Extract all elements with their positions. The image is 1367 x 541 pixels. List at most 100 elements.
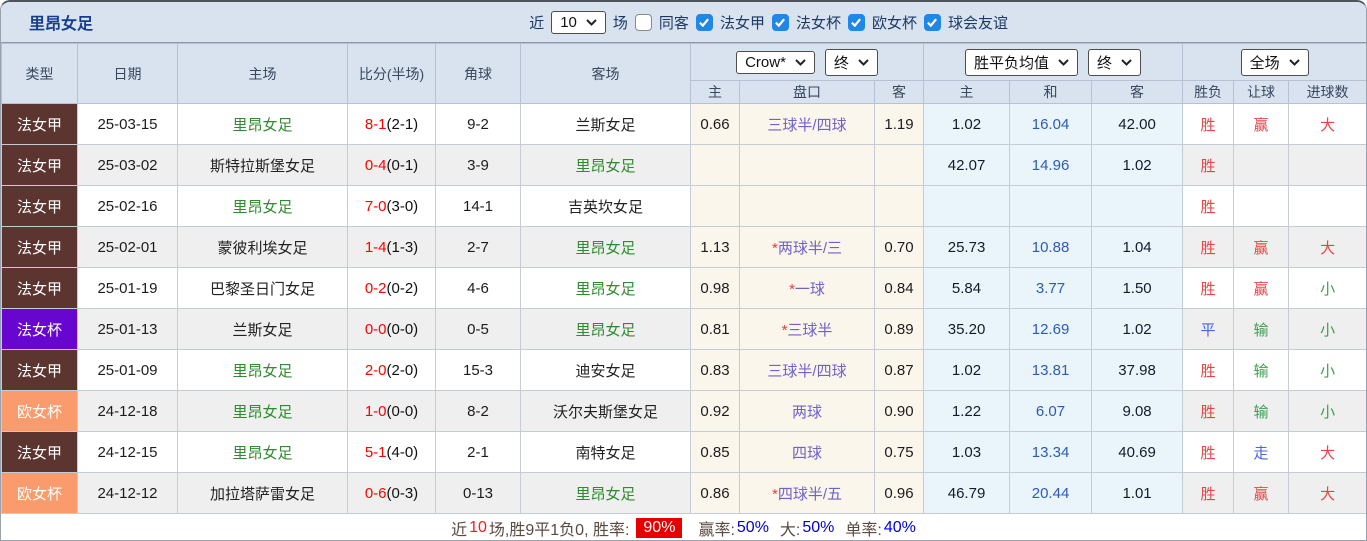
result-handicap [1234, 145, 1289, 186]
home-team-link[interactable]: 蒙彼利埃女足 [178, 227, 348, 268]
subheader-handicap-line: 盘口 [740, 81, 875, 104]
home-team-link[interactable]: 里昂女足 [178, 350, 348, 391]
same-away-checkbox[interactable] [635, 14, 652, 31]
result-handicap: 输 [1234, 391, 1289, 432]
league-badge: 法女甲 [2, 350, 78, 391]
avg-draw-odds: 13.81 [1010, 350, 1092, 391]
avg-odds-select[interactable]: 胜平负均值 [965, 49, 1078, 76]
avg-home-odds: 1.03 [924, 432, 1010, 473]
handicap-home-odds [691, 186, 740, 227]
handicap-away-odds: 0.89 [875, 309, 924, 350]
league-badge: 法女甲 [2, 268, 78, 309]
home-team-link[interactable]: 加拉塔萨雷女足 [178, 473, 348, 514]
away-team-link[interactable]: 里昂女足 [521, 473, 691, 514]
header-score: 比分(半场) [348, 44, 436, 104]
fulltime-score: 5-1 [365, 444, 387, 461]
avg-state-value: 终 [1097, 52, 1112, 73]
avg-away-odds: 40.69 [1092, 432, 1183, 473]
home-team-link[interactable]: 巴黎圣日门女足 [178, 268, 348, 309]
result-handicap: 赢 [1234, 473, 1289, 514]
result-goals: 大 [1289, 227, 1367, 268]
league-checkbox-euro-cup[interactable] [848, 14, 865, 31]
away-team-link[interactable]: 里昂女足 [521, 268, 691, 309]
away-team-link[interactable]: 里昂女足 [521, 227, 691, 268]
league-label-friendly: 球会友谊 [948, 12, 1008, 33]
handicap-line: *一球 [740, 268, 875, 309]
home-team-link[interactable]: 里昂女足 [178, 186, 348, 227]
result-handicap [1234, 186, 1289, 227]
away-team-link[interactable]: 沃尔夫斯堡女足 [521, 391, 691, 432]
table-row: 法女甲 25-01-19 巴黎圣日门女足 0-2(0-2) 4-6 里昂女足 0… [2, 268, 1367, 309]
bookmaker-state-select[interactable]: 终 [825, 49, 878, 76]
header-home: 主场 [178, 44, 348, 104]
away-team-link[interactable]: 兰斯女足 [521, 104, 691, 145]
result-goals: 大 [1289, 104, 1367, 145]
league-checkbox-fra-cup[interactable] [772, 14, 789, 31]
subheader-avg-away: 客 [1092, 81, 1183, 104]
handicap-line-text: 三球半/四球 [767, 117, 846, 134]
corner-score: 3-9 [436, 145, 521, 186]
avg-away-odds [1092, 186, 1183, 227]
league-checkbox-friendly[interactable] [924, 14, 941, 31]
away-team-link[interactable]: 里昂女足 [521, 309, 691, 350]
league-badge: 欧女杯 [2, 391, 78, 432]
result-wdl: 胜 [1183, 104, 1234, 145]
match-date: 24-12-15 [78, 432, 178, 473]
match-date: 25-03-15 [78, 104, 178, 145]
header-date: 日期 [78, 44, 178, 104]
handicap-line-text: 四球半/五 [778, 486, 842, 503]
handicap-away-odds: 0.87 [875, 350, 924, 391]
handicap-select-group: Crow* 终 [691, 44, 924, 81]
result-wdl: 胜 [1183, 227, 1234, 268]
result-goals: 大 [1289, 473, 1367, 514]
fulltime-score: 7-0 [365, 198, 387, 215]
bookmaker-state-value: 终 [834, 52, 849, 73]
home-team-link[interactable]: 里昂女足 [178, 104, 348, 145]
result-handicap: 走 [1234, 432, 1289, 473]
fulltime-score: 0-6 [365, 485, 387, 502]
summary-footer: 近10场,胜9平1负0, 胜率: 90% 赢率:50% 大:50% 单率:40% [1, 514, 1366, 541]
avg-state-select[interactable]: 终 [1088, 49, 1141, 76]
avg-home-odds [924, 186, 1010, 227]
footer-single-value: 40% [884, 519, 916, 537]
league-badge: 法女甲 [2, 145, 78, 186]
away-team-link[interactable]: 南特女足 [521, 432, 691, 473]
home-team-link[interactable]: 兰斯女足 [178, 309, 348, 350]
scope-select[interactable]: 全场 [1241, 49, 1309, 76]
handicap-line-text: 一球 [795, 281, 825, 298]
subheader-goals: 进球数 [1289, 81, 1367, 104]
home-team-link[interactable]: 斯特拉斯堡女足 [178, 145, 348, 186]
score-cell: 0-0(0-0) [348, 309, 436, 350]
chevron-down-icon [1121, 59, 1132, 66]
score-cell: 1-4(1-3) [348, 227, 436, 268]
handicap-line [740, 145, 875, 186]
avg-away-odds: 42.00 [1092, 104, 1183, 145]
fulltime-score: 1-4 [365, 239, 387, 256]
result-wdl: 胜 [1183, 268, 1234, 309]
subheader-handicap-result: 让球 [1234, 81, 1289, 104]
home-team-link[interactable]: 里昂女足 [178, 391, 348, 432]
fulltime-score: 0-4 [365, 157, 387, 174]
bookmaker-select[interactable]: Crow* [736, 51, 815, 74]
avg-home-odds: 1.02 [924, 350, 1010, 391]
avg-home-odds: 35.20 [924, 309, 1010, 350]
away-team-link[interactable]: 吉英坎女足 [521, 186, 691, 227]
handicap-line: *四球半/五 [740, 473, 875, 514]
result-goals: 大 [1289, 432, 1367, 473]
result-handicap: 赢 [1234, 104, 1289, 145]
away-team-link[interactable]: 里昂女足 [521, 145, 691, 186]
check-icon [926, 17, 938, 28]
avg-away-odds: 1.02 [1092, 309, 1183, 350]
away-team-link[interactable]: 迪安女足 [521, 350, 691, 391]
avg-draw-odds: 12.69 [1010, 309, 1092, 350]
score-cell: 7-0(3-0) [348, 186, 436, 227]
avg-away-odds: 1.50 [1092, 268, 1183, 309]
recent-count-select[interactable]: 10 [551, 11, 606, 34]
table-row: 法女甲 24-12-15 里昂女足 5-1(4-0) 2-1 南特女足 0.85… [2, 432, 1367, 473]
handicap-away-odds: 0.70 [875, 227, 924, 268]
handicap-line: 三球半/四球 [740, 350, 875, 391]
fulltime-score: 0-2 [365, 280, 387, 297]
result-wdl: 胜 [1183, 391, 1234, 432]
league-checkbox-fra-w1[interactable] [696, 14, 713, 31]
home-team-link[interactable]: 里昂女足 [178, 432, 348, 473]
